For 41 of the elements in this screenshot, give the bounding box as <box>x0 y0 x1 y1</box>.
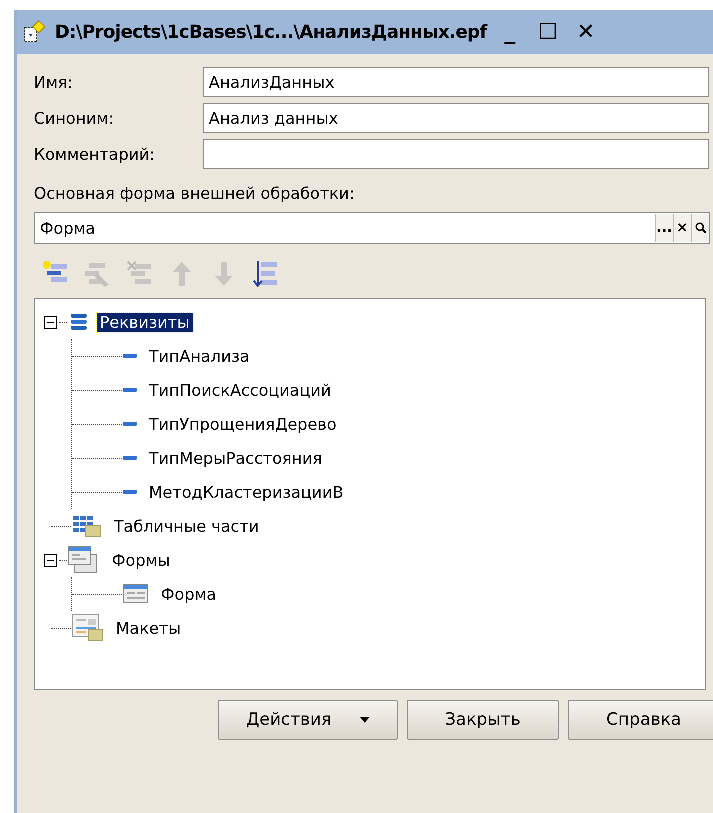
attribute-icon <box>122 488 138 496</box>
tree-item[interactable]: ТипПоискАссоциаций <box>146 380 334 400</box>
tree-item[interactable]: ТипМерыРасстояния <box>146 448 326 468</box>
attribute-icon <box>122 454 138 462</box>
tree-item[interactable]: ТипАнализа <box>146 346 253 366</box>
attribute-icon <box>122 386 138 394</box>
clear-button[interactable]: × <box>673 214 691 242</box>
table-folder-icon <box>71 513 103 539</box>
dialog-button[interactable]: Справка <box>568 700 713 740</box>
attribute-icon <box>122 420 138 428</box>
collapse-toggle[interactable] <box>44 316 57 328</box>
window-control[interactable]: ☐ <box>533 20 564 44</box>
field-label: Комментарий: <box>34 144 156 164</box>
tree-item[interactable]: Реквизиты <box>97 312 193 332</box>
tree-item[interactable]: МетодКластеризацииВ <box>146 482 347 502</box>
field-label: Основная форма внешней обработки: <box>34 184 356 205</box>
tree-item[interactable]: ТипУпрощенияДерево <box>146 414 340 434</box>
collapse-toggle[interactable] <box>44 554 57 566</box>
search-icon <box>694 222 706 234</box>
tree-item[interactable]: Формы <box>109 550 174 570</box>
tree-item[interactable]: Форма <box>158 584 220 604</box>
field-label: Имя: <box>34 72 74 92</box>
form-select-field[interactable]: Форма ... × <box>34 212 710 244</box>
text-field[interactable]: АнализДанных <box>203 67 709 97</box>
search-button[interactable] <box>691 214 709 242</box>
dialog-button[interactable]: Закрыть <box>407 700 559 740</box>
choose-button[interactable]: ... <box>655 214 673 242</box>
tree-item[interactable]: Табличные части <box>111 516 262 536</box>
tree-item[interactable]: Макеты <box>113 618 184 638</box>
field-label: Синоним: <box>34 108 116 128</box>
text-field[interactable] <box>203 139 709 169</box>
window-control[interactable]: _ <box>495 20 526 44</box>
document-icon <box>23 20 47 44</box>
window-title: D:\Projects\1cBases\1c...\АнализДанных.epf <box>55 22 488 42</box>
caret-icon <box>360 717 370 723</box>
dialog-button[interactable]: Действия <box>218 700 398 740</box>
document-folder-icon <box>71 613 105 643</box>
attribute-icon <box>122 352 138 360</box>
window-control[interactable]: ✕ <box>571 20 602 44</box>
window-icon <box>122 583 150 605</box>
text-field[interactable]: Анализ данных <box>203 103 709 133</box>
